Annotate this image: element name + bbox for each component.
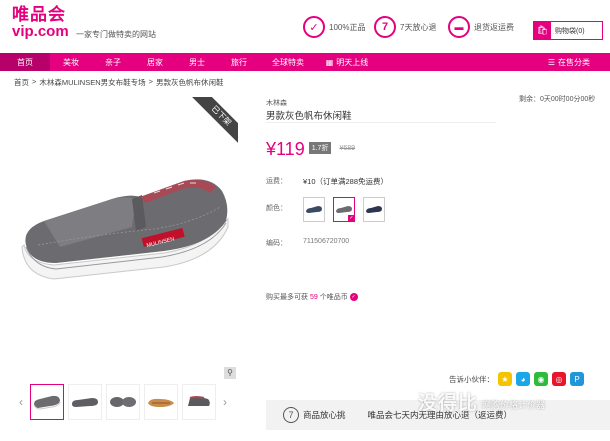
- breadcrumb-product: 男款灰色帆布休闲鞋: [156, 78, 224, 87]
- thumbnail[interactable]: [30, 384, 64, 420]
- code-label: 编码：: [266, 240, 287, 247]
- info-icon[interactable]: ✓: [349, 293, 358, 302]
- tencent-weibo-icon[interactable]: P: [570, 372, 584, 386]
- thumbnail[interactable]: [144, 384, 178, 420]
- cart-icon: 🛍: [534, 22, 551, 39]
- title-divider: [266, 122, 496, 123]
- seven-icon: 7: [374, 16, 396, 38]
- price-row: ¥119 1.7折 ¥689: [266, 139, 355, 160]
- sale-price: ¥119: [266, 139, 305, 159]
- logo-chinese: 唯品会: [12, 5, 66, 24]
- color-options: ✓: [303, 197, 385, 222]
- check-icon: ✓: [348, 215, 355, 222]
- share-label: 告诉小伙伴：: [449, 374, 494, 384]
- color-option[interactable]: [303, 197, 325, 222]
- watermark-sub: 网购价格计价器: [482, 400, 546, 410]
- color-option-selected[interactable]: ✓: [333, 197, 355, 222]
- cart-button[interactable]: 🛍 购物袋(0): [533, 21, 603, 40]
- qzone-icon[interactable]: ★: [498, 372, 512, 386]
- nav-item-home[interactable]: 首页: [0, 53, 50, 71]
- product-title: 男款灰色帆布休闲鞋: [266, 111, 352, 122]
- site-logo[interactable]: 唯品会 vip.com: [12, 5, 69, 40]
- thumb-next-arrow[interactable]: ›: [218, 395, 232, 409]
- color-label: 颜色：: [266, 205, 287, 212]
- qq-icon[interactable]: ◕: [516, 372, 530, 386]
- nav-item-tomorrow[interactable]: ▦ 明天上线: [316, 53, 378, 71]
- nav-on-sale-label: 在售分类: [558, 57, 590, 67]
- share-bar: 告诉小伙伴： ★ ◕ ◉ ◎ P: [449, 372, 584, 386]
- thumbnail-strip: ‹ ›: [14, 380, 238, 424]
- thumbnail[interactable]: [68, 384, 102, 420]
- discount-badge: 1.7折: [308, 142, 332, 154]
- logo-english: vip.com: [12, 23, 69, 40]
- vip-coin-suffix: 个唯品币: [319, 294, 348, 301]
- wechat-icon[interactable]: ◉: [534, 372, 548, 386]
- seven-day-icon: 7: [283, 407, 299, 423]
- nav-item-home-living[interactable]: 居家: [134, 53, 176, 71]
- vip-coin-info: 购买最多可获 59 个唯品币 ✓: [266, 292, 358, 302]
- thumb-prev-arrow[interactable]: ‹: [14, 395, 28, 409]
- original-price: ¥689: [339, 145, 356, 152]
- badge-authentic-label: 100%正品: [329, 22, 366, 32]
- thumbnail[interactable]: [182, 384, 216, 420]
- countdown-timer: 剩余：0天00时00分00秒: [519, 96, 596, 103]
- shipping-label: 运费：: [266, 178, 287, 185]
- product-main-image[interactable]: MULINSEN 已下架 ⚲: [14, 97, 238, 381]
- nav-item-beauty[interactable]: 美妆: [50, 53, 92, 71]
- breadcrumb-brand-sale[interactable]: 木林森MULINSEN男女布鞋专场: [39, 77, 145, 88]
- promise-title: 商品放心挑: [303, 410, 346, 420]
- card-icon: ▬: [448, 16, 470, 38]
- breadcrumb-separator: >: [148, 77, 154, 86]
- breadcrumb-home[interactable]: 首页: [14, 77, 29, 88]
- nav-item-kids[interactable]: 亲子: [92, 53, 134, 71]
- nav-item-global[interactable]: 全球特卖: [260, 53, 316, 71]
- weibo-icon[interactable]: ◎: [552, 372, 566, 386]
- nav-item-men[interactable]: 男士: [176, 53, 218, 71]
- badge-return-shipping: ▬ 退货返运费: [448, 16, 514, 38]
- vip-coin-count: 59: [309, 294, 318, 301]
- zoom-icon[interactable]: ⚲: [224, 367, 236, 379]
- site-header: 唯品会 vip.com 一家专门做特卖的网站 ✓ 100%正品 7 7天放心退 …: [0, 0, 610, 50]
- shipping-value: ¥10（订单满288免运费）: [303, 177, 389, 186]
- thumbnail[interactable]: [106, 384, 140, 420]
- badge-return-label: 退货返运费: [474, 22, 514, 32]
- breadcrumb-separator: >: [32, 77, 37, 86]
- shield-icon: ✓: [303, 16, 325, 38]
- watermark: 没得比: [418, 393, 479, 414]
- nav-on-sale-categories[interactable]: ☰ 在售分类: [548, 53, 590, 71]
- nav-item-travel[interactable]: 旅行: [218, 53, 260, 71]
- menu-icon: ☰: [547, 57, 555, 67]
- cart-label: 购物袋(0): [555, 27, 585, 35]
- badge-seven-day: 7 7天放心退: [374, 16, 436, 38]
- nav-tomorrow-label: 明天上线: [336, 57, 369, 67]
- site-slogan: 一家专门做特卖的网站: [76, 30, 156, 39]
- badge-seven-day-label: 7天放心退: [400, 22, 437, 32]
- breadcrumb: 首页 > 木林森MULINSEN男女布鞋专场 > 男款灰色帆布休闲鞋: [14, 77, 224, 88]
- color-option[interactable]: [363, 197, 385, 222]
- product-brand[interactable]: 木林森: [266, 98, 287, 108]
- main-nav: 首页 美妆 亲子 居家 男士 旅行 全球特卖 ▦ 明天上线 ☰ 在售分类: [0, 53, 610, 71]
- shoe-image: MULINSEN: [21, 179, 229, 280]
- badge-authentic: ✓ 100%正品: [303, 16, 365, 38]
- vip-coin-prefix: 购买最多可获: [266, 294, 308, 301]
- calendar-icon: ▦: [325, 57, 334, 67]
- code-value: 711506720700: [303, 238, 350, 245]
